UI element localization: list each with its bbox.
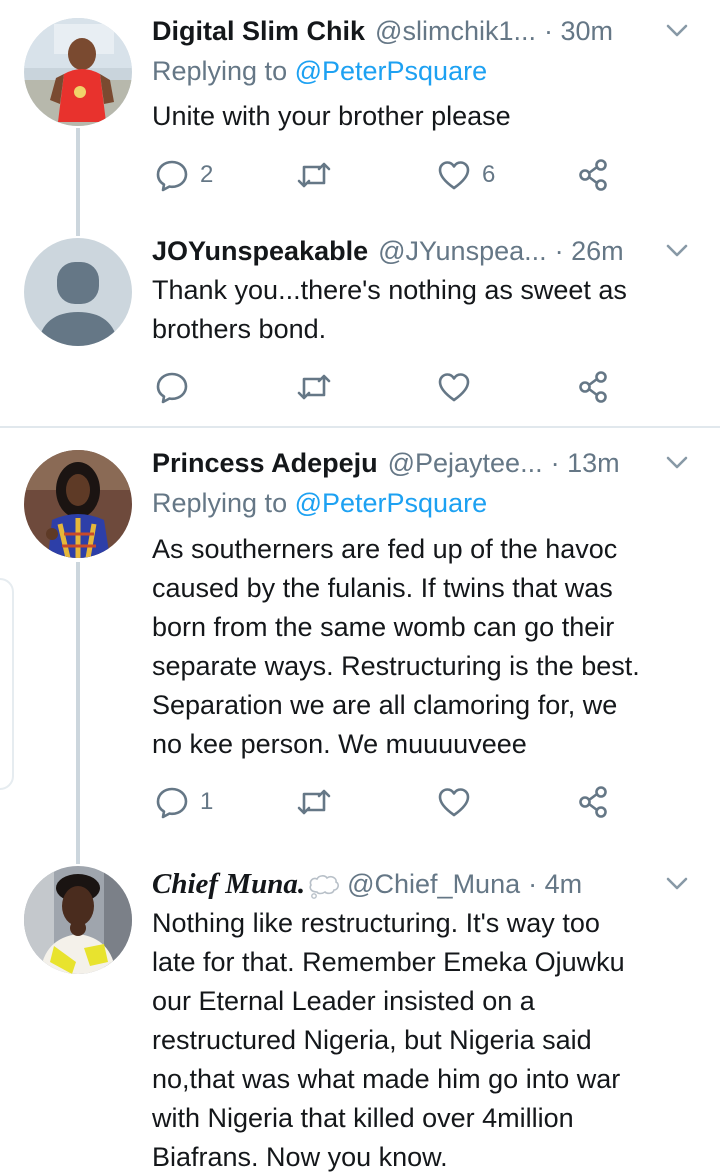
chevron-down-icon[interactable] <box>662 15 692 45</box>
replying-to: Replying to @PeterPsquare <box>152 488 487 519</box>
tweet-text-line: restructured Nigeria, but Nigeria said <box>152 1025 592 1055</box>
mention-link[interactable]: @PeterPsquare <box>295 488 488 518</box>
tweet[interactable]: Chief Muna. @Chief_Muna · 4m Nothing lik… <box>0 852 720 1174</box>
tweet[interactable]: Digital Slim Chik @slimchik1... · 30m Re… <box>0 0 720 220</box>
like-button[interactable]: 6 <box>436 155 495 195</box>
display-name-text: Chief Muna. <box>152 867 306 900</box>
reply-icon <box>156 372 188 404</box>
chevron-down-icon[interactable] <box>662 868 692 898</box>
retweet-icon <box>297 162 331 188</box>
avatar[interactable] <box>24 450 132 558</box>
timestamp[interactable]: · 13m <box>551 448 620 479</box>
avatar[interactable] <box>24 238 132 346</box>
tweet-text-line: separate ways. Restructuring is the best… <box>152 651 640 681</box>
display-name[interactable]: Chief Muna. <box>152 868 341 901</box>
thought-bubble-emoji <box>309 874 340 899</box>
tweet-text: As southerners are fed up of the havoc c… <box>152 530 712 764</box>
replying-to-label: Replying to <box>152 488 295 518</box>
tweet-actions: 1 <box>152 782 622 822</box>
tweet-text-line: Separation we are all clamoring for, we <box>152 690 618 720</box>
share-icon <box>579 786 607 818</box>
timestamp[interactable]: · 4m <box>528 869 582 900</box>
heart-icon <box>438 788 470 817</box>
retweet-icon <box>297 374 331 400</box>
tweet-text-line: no,that was what made him go into war <box>152 1064 621 1094</box>
display-name[interactable]: Princess Adepeju <box>152 448 378 479</box>
tweet-actions: 2 6 <box>152 155 622 195</box>
retweet-button[interactable] <box>296 782 342 822</box>
chevron-down-icon[interactable] <box>662 447 692 477</box>
timestamp[interactable]: · 26m <box>555 236 624 267</box>
tweet-text-line: Biafrans. Now you know. <box>152 1142 448 1172</box>
tweet-text-line: caused by the fulanis. If twins that was <box>152 573 613 603</box>
user-handle[interactable]: @JYunspea... <box>378 236 547 267</box>
tweet-header: Chief Muna. @Chief_Muna · 4m <box>152 864 692 904</box>
retweet-icon <box>297 789 331 815</box>
avatar[interactable] <box>24 866 132 974</box>
reply-button[interactable]: 1 <box>154 782 213 822</box>
chevron-down-icon[interactable] <box>662 235 692 265</box>
replying-to-label: Replying to <box>152 56 295 86</box>
share-button[interactable] <box>576 155 612 195</box>
heart-icon <box>438 161 470 190</box>
tweet-header: Digital Slim Chik @slimchik1... · 30m <box>152 11 692 51</box>
retweet-button[interactable] <box>296 155 342 195</box>
tweet-header: Princess Adepeju @Pejaytee... · 13m <box>152 443 692 483</box>
reply-count: 2 <box>200 161 214 188</box>
mention-link[interactable]: @PeterPsquare <box>295 56 488 86</box>
tweet-text-line: Thank you...there's nothing as sweet as <box>152 275 627 305</box>
tweet-text-line: late for that. Remember Emeka Ojuwku <box>152 947 625 977</box>
tweet-text-line: our Eternal Leader insisted on a <box>152 986 535 1016</box>
tweet-header: JOYunspeakable @JYunspea... · 26m <box>152 231 692 271</box>
reply-icon <box>156 160 188 192</box>
share-button[interactable] <box>576 782 612 822</box>
tweet-text-line: Nothing like restructuring. It's way too <box>152 908 600 938</box>
tweet-text: Thank you...there's nothing as sweet as … <box>152 271 712 349</box>
avatar[interactable] <box>24 18 132 126</box>
reply-button[interactable] <box>154 367 200 407</box>
tweet[interactable]: JOYunspeakable @JYunspea... · 26m Thank … <box>0 220 720 426</box>
user-handle[interactable]: @Chief_Muna <box>347 869 520 900</box>
tweet-text-line: no kee person. We muuuuveee <box>152 729 527 759</box>
reply-icon <box>156 787 188 819</box>
like-count: 6 <box>482 161 496 188</box>
share-icon <box>579 371 607 403</box>
tweet-text-line: Unite with your brother please <box>152 101 511 131</box>
heart-icon <box>438 373 470 402</box>
tweet-text-line: born from the same womb can go their <box>152 612 615 642</box>
tweet-text-line: brothers bond. <box>152 314 327 344</box>
reply-button[interactable]: 2 <box>154 155 213 195</box>
like-button[interactable] <box>436 367 482 407</box>
display-name[interactable]: Digital Slim Chik <box>152 16 365 47</box>
reply-count: 1 <box>200 788 214 815</box>
tweet-text-line: As southerners are fed up of the havoc <box>152 534 618 564</box>
user-handle[interactable]: @Pejaytee... <box>388 448 543 479</box>
tweet-text: Nothing like restructuring. It's way too… <box>152 904 712 1174</box>
timestamp[interactable]: · 30m <box>544 16 613 47</box>
tweet-actions <box>152 367 622 407</box>
tweet[interactable]: Princess Adepeju @Pejaytee... · 13m Repl… <box>0 432 720 852</box>
share-button[interactable] <box>576 367 612 407</box>
display-name[interactable]: JOYunspeakable <box>152 236 368 267</box>
conversation-divider <box>0 426 720 428</box>
tweet-text: Unite with your brother please <box>152 97 712 136</box>
tweet-text-line: with Nigeria that killed over 4million <box>152 1103 574 1133</box>
replying-to: Replying to @PeterPsquare <box>152 56 487 87</box>
like-button[interactable] <box>436 782 482 822</box>
user-handle[interactable]: @slimchik1... <box>375 16 536 47</box>
share-icon <box>579 159 607 191</box>
retweet-button[interactable] <box>296 367 342 407</box>
